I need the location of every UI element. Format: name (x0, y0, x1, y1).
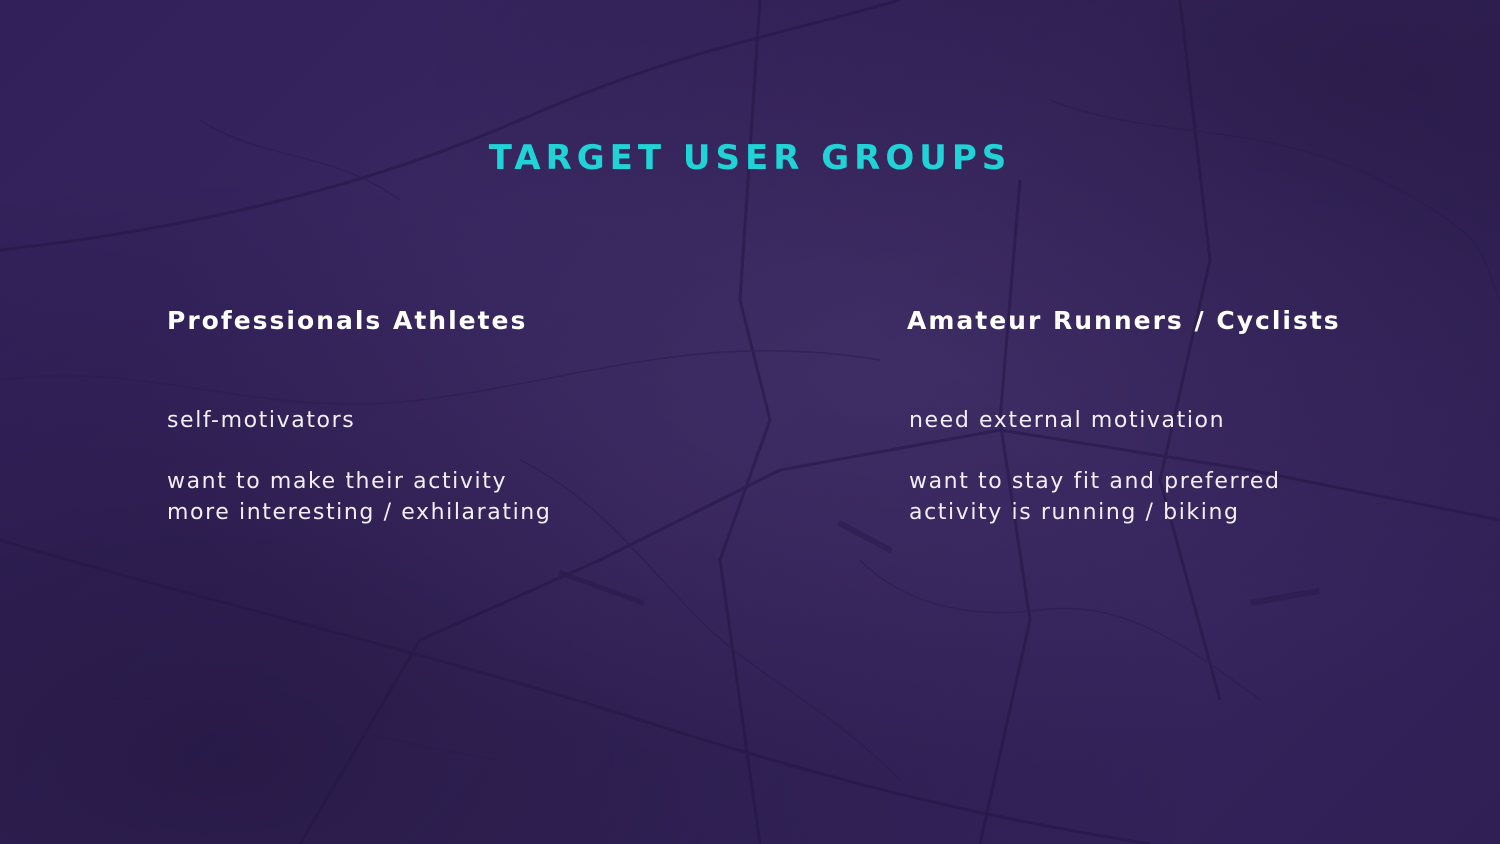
group-point: want to stay fit and preferred activity … (907, 466, 1341, 528)
user-group-professionals: Professionals Athletes self-motivators w… (167, 306, 551, 558)
point-line: want to make their activity (167, 469, 508, 494)
point-line: activity is running / biking (909, 500, 1240, 525)
group-heading: Amateur Runners / Cyclists (907, 306, 1341, 335)
group-point: self-motivators (167, 405, 551, 436)
point-line: need external motivation (909, 408, 1226, 433)
group-point: need external motivation (907, 405, 1341, 436)
point-line: more interesting / exhilarating (167, 500, 552, 525)
slide-title: TARGET USER GROUPS (488, 138, 1012, 178)
point-line: self-motivators (167, 408, 356, 433)
user-group-amateurs: Amateur Runners / Cyclists need external… (907, 306, 1341, 558)
slide: TARGET USER GROUPS Professionals Athlete… (0, 0, 1500, 844)
group-heading: Professionals Athletes (167, 306, 528, 335)
point-line: want to stay fit and preferred (909, 469, 1281, 494)
group-point: want to make their activity more interes… (167, 466, 551, 528)
